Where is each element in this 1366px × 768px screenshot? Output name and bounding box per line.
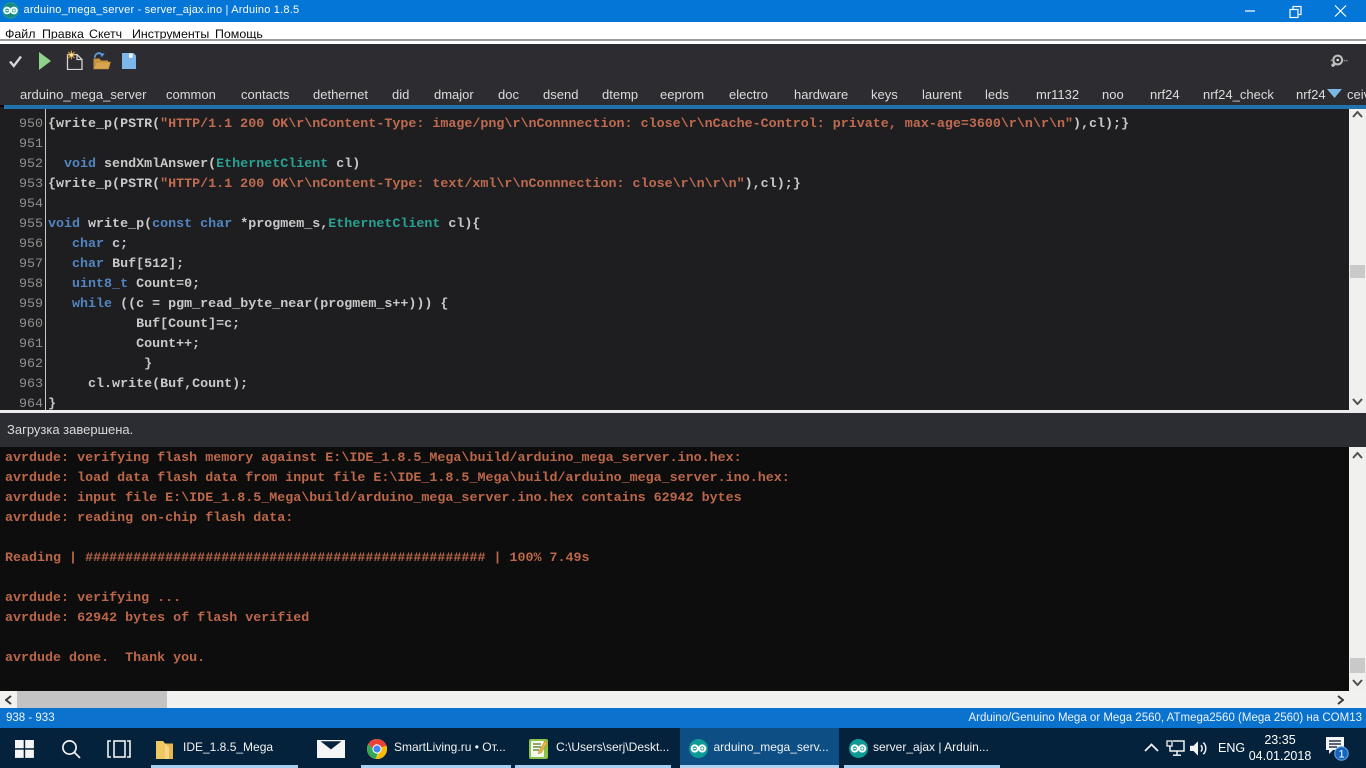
svg-text:1: 1 xyxy=(1338,748,1344,760)
